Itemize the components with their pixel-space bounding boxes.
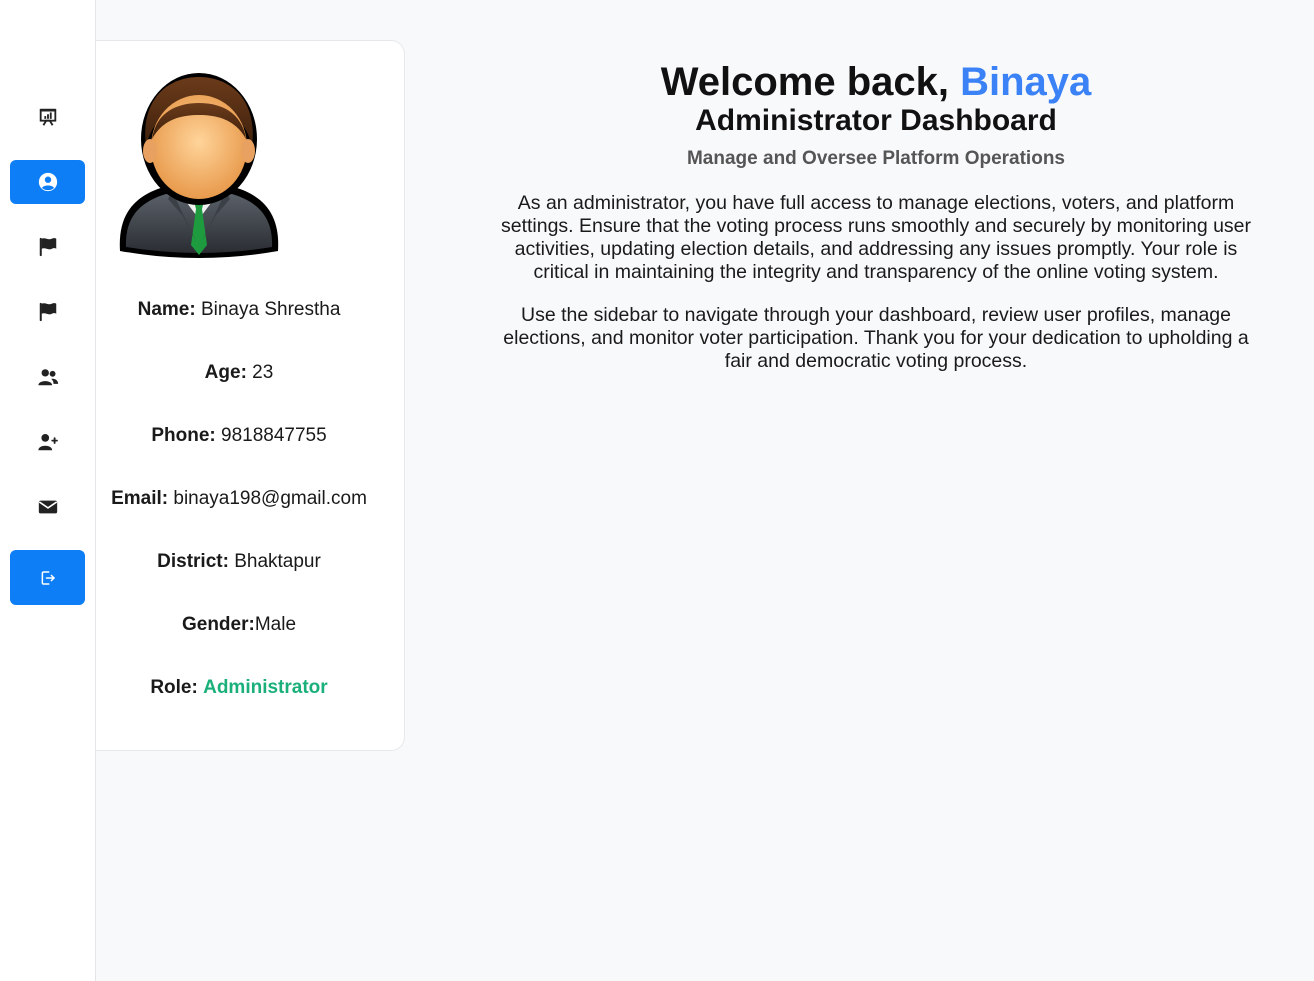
sidebar xyxy=(0,0,96,981)
user-plus-icon xyxy=(37,434,58,451)
gender-value: Male xyxy=(254,614,297,635)
intro-paragraph: As an administrator, you have full acces… xyxy=(500,192,1252,283)
users-icon xyxy=(37,369,58,386)
sidebar-item-dashboard[interactable] xyxy=(10,95,85,139)
gender-label: Gender: xyxy=(181,614,255,635)
profile-email: Email: binaya198@gmail.com xyxy=(96,488,382,510)
district-value: Bhaktapur xyxy=(228,551,321,572)
sidebar-item-users[interactable] xyxy=(10,355,85,399)
profile-gender: Gender:Male xyxy=(96,614,382,636)
email-value: binaya198@gmail.com xyxy=(168,488,367,509)
presentation-chart-icon xyxy=(39,108,56,126)
flag-icon xyxy=(39,302,56,322)
role-label: Role: xyxy=(150,677,198,698)
envelope-icon xyxy=(38,500,57,514)
guidance-paragraph: Use the sidebar to navigate through your… xyxy=(503,304,1249,372)
phone-value: 9818847755 xyxy=(215,425,327,446)
logout-button[interactable] xyxy=(10,550,85,605)
sidebar-item-messages[interactable] xyxy=(10,485,85,529)
dashboard-subtitle: Manage and Oversee Platform Operations xyxy=(686,148,1065,169)
user-avatar-icon xyxy=(119,73,279,258)
age-label: Age: xyxy=(204,362,247,383)
logout-icon xyxy=(41,570,55,585)
profile-role: Role: Administrator xyxy=(96,677,382,699)
profile-district: District: Bhaktapur xyxy=(96,551,382,573)
welcome-heading: Welcome back, Binaya xyxy=(438,60,1314,105)
name-value: Binaya Shrestha xyxy=(195,299,341,320)
email-label: Email: xyxy=(111,488,169,509)
profile-phone: Phone: 9818847755 xyxy=(96,425,382,447)
flag-icon xyxy=(39,237,56,257)
district-label: District: xyxy=(157,551,229,572)
age-value: 23 xyxy=(246,362,274,383)
sidebar-item-candidates[interactable] xyxy=(10,290,85,334)
profile-name: Name: Binaya Shrestha xyxy=(96,299,382,321)
user-circle-icon xyxy=(38,172,57,192)
name-label: Name: xyxy=(137,299,196,320)
phone-label: Phone: xyxy=(151,425,216,446)
welcome-prefix: Welcome back, xyxy=(660,60,961,104)
profile-age: Age: 23 xyxy=(96,362,382,384)
sidebar-item-add-user[interactable] xyxy=(10,420,85,464)
dashboard-title: Administrator Dashboard xyxy=(695,104,1057,137)
profile-card: Name: Binaya Shrestha Age: 23 Phone: 981… xyxy=(96,40,405,751)
welcome-user-name: Binaya xyxy=(960,60,1092,104)
sidebar-item-profile[interactable] xyxy=(10,160,85,204)
role-value: Administrator xyxy=(203,677,328,698)
sidebar-item-elections[interactable] xyxy=(10,225,85,269)
